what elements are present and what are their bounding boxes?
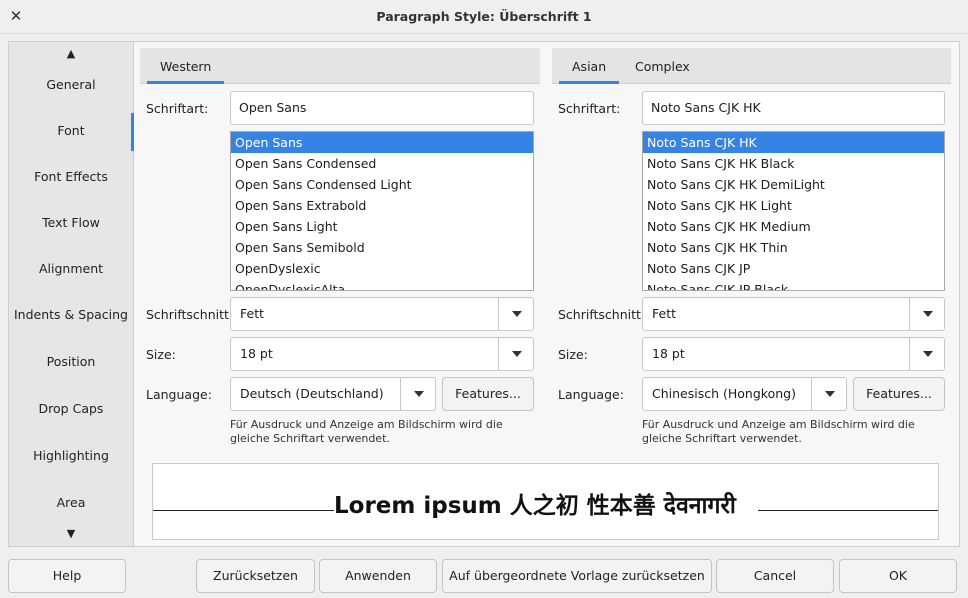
western-language-select[interactable]: Deutsch (Deutschland)	[230, 377, 436, 411]
western-font-input[interactable]: Open Sans	[230, 91, 534, 125]
western-note: Für Ausdruck und Anzeige am Bildschirm w…	[230, 418, 503, 445]
asian-size-label: Size:	[558, 347, 588, 362]
sidebar-item-area[interactable]: Area	[9, 485, 133, 521]
western-style-select[interactable]: Fett	[230, 297, 534, 331]
asian-style-label: Schriftschnitt:	[558, 307, 646, 322]
sidebar: ▲ General Font Font Effects Text Flow Al…	[8, 41, 134, 547]
list-item[interactable]: Noto Sans CJK JP Black	[643, 279, 944, 290]
western-font-list[interactable]: Open Sans Open Sans Condensed Open Sans …	[230, 131, 534, 291]
asian-tabbar: Asian Complex	[552, 48, 951, 84]
chevron-down-icon[interactable]	[909, 298, 944, 330]
sidebar-item-highlighting[interactable]: Highlighting	[9, 438, 133, 474]
asian-language-value: Chinesisch (Hongkong)	[652, 386, 796, 401]
asian-features-button[interactable]: Features...	[853, 377, 945, 411]
list-item[interactable]: Open Sans Condensed	[231, 153, 533, 174]
western-language-label: Language:	[146, 387, 212, 402]
asian-style-select[interactable]: Fett	[642, 297, 945, 331]
font-preview: Lorem ipsum 人之初 性本善 देवनागरी	[152, 463, 939, 540]
reset-button[interactable]: Zurücksetzen	[196, 559, 315, 593]
asian-style-value: Fett	[652, 306, 676, 321]
list-item[interactable]: Noto Sans CJK JP	[643, 258, 944, 279]
chevron-down-icon[interactable]	[811, 378, 846, 410]
asian-note: Für Ausdruck und Anzeige am Bildschirm w…	[642, 418, 915, 445]
asian-size-value: 18 pt	[652, 346, 685, 361]
list-item[interactable]: OpenDyslexicAlta	[231, 279, 533, 290]
asian-size-select[interactable]: 18 pt	[642, 337, 945, 371]
chevron-down-icon[interactable]	[498, 338, 533, 370]
list-item[interactable]: Open Sans	[231, 132, 533, 153]
asian-font-list[interactable]: Noto Sans CJK HK Noto Sans CJK HK Black …	[642, 131, 945, 291]
sidebar-item-font[interactable]: Font	[9, 113, 134, 151]
apply-button[interactable]: Anwenden	[319, 559, 437, 593]
list-item[interactable]: OpenDyslexic	[231, 258, 533, 279]
chevron-down-icon[interactable]	[400, 378, 435, 410]
scroll-down-icon[interactable]: ▼	[9, 527, 133, 541]
sidebar-item-font-effects[interactable]: Font Effects	[9, 159, 133, 195]
sidebar-item-drop-caps[interactable]: Drop Caps	[9, 391, 133, 427]
western-tabbar: Western	[140, 48, 540, 84]
list-item[interactable]: Noto Sans CJK HK DemiLight	[643, 174, 944, 195]
title-bar: ✕ Paragraph Style: Überschrift 1	[0, 0, 968, 34]
list-item[interactable]: Noto Sans CJK HK	[643, 132, 944, 153]
asian-language-select[interactable]: Chinesisch (Hongkong)	[642, 377, 847, 411]
preview-baseline-left	[153, 510, 334, 511]
western-features-button[interactable]: Features...	[442, 377, 534, 411]
chevron-down-icon[interactable]	[498, 298, 533, 330]
window-title: Paragraph Style: Überschrift 1	[376, 9, 592, 24]
sidebar-item-position[interactable]: Position	[9, 344, 133, 380]
ok-button[interactable]: OK	[839, 559, 957, 593]
preview-text: Lorem ipsum 人之初 性本善 देवनागरी	[334, 493, 736, 519]
list-item[interactable]: Noto Sans CJK HK Black	[643, 153, 944, 174]
sidebar-item-indents-spacing[interactable]: Indents & Spacing	[9, 297, 133, 333]
list-item[interactable]: Open Sans Condensed Light	[231, 174, 533, 195]
western-size-value: 18 pt	[240, 346, 273, 361]
sidebar-item-general[interactable]: General	[9, 67, 133, 103]
asian-font-input[interactable]: Noto Sans CJK HK	[642, 91, 945, 125]
western-size-select[interactable]: 18 pt	[230, 337, 534, 371]
list-item[interactable]: Noto Sans CJK HK Light	[643, 195, 944, 216]
help-button[interactable]: Help	[8, 559, 126, 593]
list-item[interactable]: Open Sans Extrabold	[231, 195, 533, 216]
asian-font-label: Schriftart:	[558, 101, 621, 116]
western-style-label: Schriftschnitt:	[146, 307, 234, 322]
list-item[interactable]: Noto Sans CJK HK Thin	[643, 237, 944, 258]
tab-asian[interactable]: Asian	[559, 48, 620, 84]
cancel-button[interactable]: Cancel	[716, 559, 834, 593]
asian-language-label: Language:	[558, 387, 624, 402]
sidebar-item-text-flow[interactable]: Text Flow	[9, 205, 133, 241]
list-item[interactable]: Noto Sans CJK HK Medium	[643, 216, 944, 237]
reset-to-parent-button[interactable]: Auf übergeordnete Vorlage zurücksetzen	[442, 559, 712, 593]
western-font-label: Schriftart:	[146, 101, 209, 116]
western-style-value: Fett	[240, 306, 264, 321]
tab-western[interactable]: Western	[147, 48, 225, 84]
list-item[interactable]: Open Sans Semibold	[231, 237, 533, 258]
preview-baseline-right	[758, 510, 938, 511]
scroll-up-icon[interactable]: ▲	[9, 47, 133, 61]
tab-complex[interactable]: Complex	[622, 48, 703, 84]
western-size-label: Size:	[146, 347, 176, 362]
sidebar-item-alignment[interactable]: Alignment	[9, 251, 133, 287]
chevron-down-icon[interactable]	[909, 338, 944, 370]
list-item[interactable]: Open Sans Light	[231, 216, 533, 237]
western-language-value: Deutsch (Deutschland)	[240, 386, 384, 401]
